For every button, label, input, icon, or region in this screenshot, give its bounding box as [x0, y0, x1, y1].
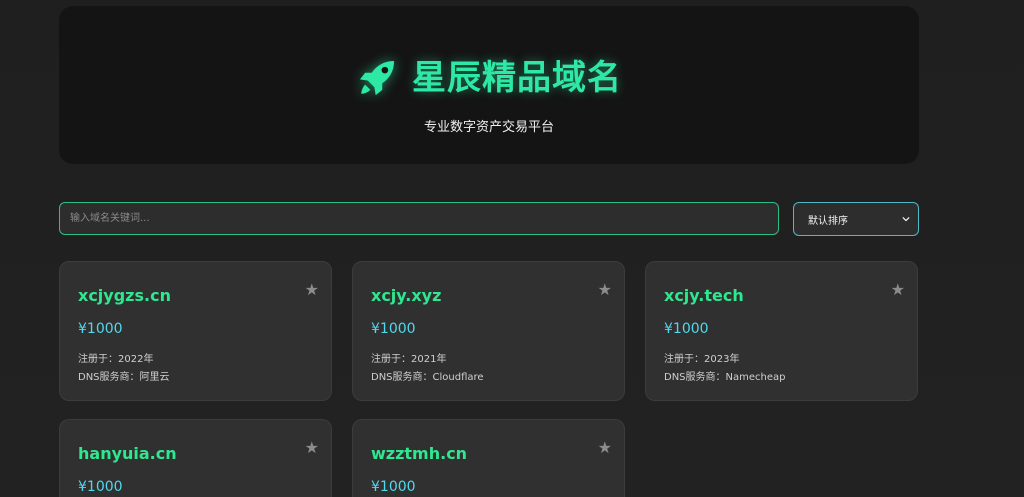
favorite-star-icon[interactable]: ★ — [305, 280, 319, 299]
dns-value: Cloudflare — [432, 372, 484, 383]
domain-card[interactable]: xcjygzs.cn ★ ¥1000 注册于：2022年 DNS服务商：阿里云 — [59, 261, 332, 401]
domain-card[interactable]: wzztmh.cn ★ ¥1000 — [352, 419, 625, 497]
dns-value: 阿里云 — [139, 372, 170, 383]
domain-name[interactable]: xcjy.xyz — [371, 286, 441, 305]
domain-card[interactable]: xcjy.tech ★ ¥1000 注册于：2023年 DNS服务商：Namec… — [645, 261, 918, 401]
favorite-star-icon[interactable]: ★ — [891, 280, 905, 299]
title-row: 星辰精品域名 — [59, 56, 919, 100]
sort-selected-label: 默认排序 — [808, 215, 848, 227]
dns-info: DNS服务商：Cloudflare — [371, 368, 484, 383]
domain-name[interactable]: xcjygzs.cn — [78, 286, 171, 305]
registered-label: 注册于： — [78, 354, 118, 365]
dns-info: DNS服务商：Namecheap — [664, 368, 786, 383]
dns-info: DNS服务商：阿里云 — [78, 368, 170, 383]
registered-label: 注册于： — [664, 354, 704, 365]
domain-search-input[interactable] — [59, 202, 779, 235]
sort-select[interactable]: 默认排序 — [793, 202, 919, 236]
site-title: 星辰精品域名 — [412, 58, 622, 98]
registered-value: 2022年 — [118, 354, 154, 365]
domain-price: ¥1000 — [664, 321, 709, 337]
registered-info: 注册于：2023年 — [664, 350, 739, 365]
registered-label: 注册于： — [371, 354, 411, 365]
favorite-star-icon[interactable]: ★ — [598, 438, 612, 457]
domain-name[interactable]: hanyuia.cn — [78, 444, 177, 463]
domain-price: ¥1000 — [78, 321, 123, 337]
dns-label: DNS服务商： — [371, 372, 433, 383]
registered-info: 注册于：2021年 — [371, 350, 446, 365]
chevron-down-icon — [902, 217, 910, 222]
hero-header: 星辰精品域名 专业数字资产交易平台 — [59, 6, 919, 164]
dns-label: DNS服务商： — [78, 372, 140, 383]
registered-info: 注册于：2022年 — [78, 350, 153, 365]
registered-value: 2023年 — [704, 354, 740, 365]
domain-card[interactable]: xcjy.xyz ★ ¥1000 注册于：2021年 DNS服务商：Cloudf… — [352, 261, 625, 401]
domain-price: ¥1000 — [371, 321, 416, 337]
favorite-star-icon[interactable]: ★ — [598, 280, 612, 299]
domain-name[interactable]: xcjy.tech — [664, 286, 744, 305]
domain-price: ¥1000 — [371, 479, 416, 495]
registered-value: 2021年 — [411, 354, 447, 365]
domain-name[interactable]: wzztmh.cn — [371, 444, 467, 463]
domain-card[interactable]: hanyuia.cn ★ ¥1000 — [59, 419, 332, 497]
dns-label: DNS服务商： — [664, 372, 726, 383]
rocket-icon — [359, 60, 395, 96]
site-subtitle: 专业数字资产交易平台 — [423, 120, 554, 135]
favorite-star-icon[interactable]: ★ — [305, 438, 319, 457]
domain-price: ¥1000 — [78, 479, 123, 495]
dns-value: Namecheap — [725, 372, 786, 383]
